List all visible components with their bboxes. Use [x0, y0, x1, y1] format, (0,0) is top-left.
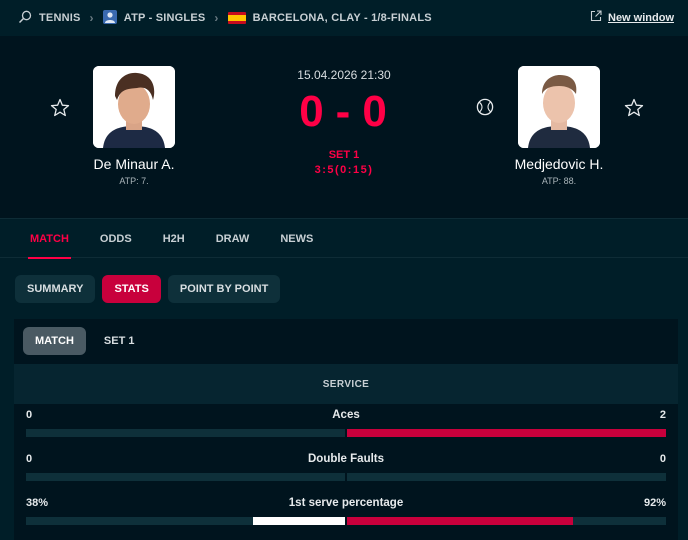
subtab-stats[interactable]: STATS [102, 275, 161, 303]
stat-away-bar [347, 429, 666, 437]
person-icon [102, 9, 117, 27]
away-player-rank: ATP: 88. [541, 176, 577, 186]
subtab-summary[interactable]: SUMMARY [15, 275, 96, 303]
game-score: 3:5(0:15) [314, 164, 374, 176]
chevron-right-icon: › [89, 11, 94, 25]
tennis-racket-icon [18, 10, 32, 27]
spain-flag-icon [227, 12, 246, 24]
tab-match[interactable]: MATCH [28, 219, 71, 259]
period-selector: MATCH SET 1 [23, 327, 146, 355]
score-away: 0 [362, 87, 389, 136]
new-window-label: New window [608, 11, 674, 24]
match-datetime: 15.04.2026 21:30 [297, 68, 391, 82]
sub-tabs: SUMMARY STATS POINT BY POINT [15, 275, 281, 303]
breadcrumb: TENNIS › ATP - SINGLES › BARCELONA, CLAY… [0, 0, 688, 36]
match-tabs: MATCH ODDS H2H DRAW NEWS [0, 218, 688, 259]
breadcrumb-tournament[interactable]: BARCELONA, CLAY - 1/8-FINALS [227, 12, 432, 24]
stat-row: 38% 1st serve percentage 92% [14, 497, 678, 537]
period-set-1[interactable]: SET 1 [92, 327, 147, 355]
stat-away-bar [347, 517, 666, 525]
period-match[interactable]: MATCH [23, 327, 86, 355]
breadcrumb-category[interactable]: ATP - SINGLES [102, 9, 206, 27]
current-set: SET 1 [328, 149, 360, 161]
new-window-link[interactable]: New window [590, 10, 674, 25]
stats-card: MATCH SET 1 SERVICE 0 Aces 2 0 Double Fa… [14, 319, 678, 540]
stat-home-bar [26, 517, 345, 525]
stat-label: Double Faults [307, 453, 385, 465]
home-player-name[interactable]: De Minaur A. [64, 156, 204, 172]
stat-home-bar-fill [252, 517, 345, 525]
score-block: 15.04.2026 21:30 0 - 0 SET 1 3:5(0:15) [264, 68, 424, 176]
stat-label: 1st serve percentage [288, 497, 404, 509]
stat-label: Aces [332, 409, 360, 421]
breadcrumb-sport-label: TENNIS [39, 12, 81, 24]
external-link-icon [590, 10, 602, 25]
stat-away-value: 0 [659, 453, 666, 465]
stat-away-value: 92% [643, 497, 666, 509]
stat-away-value: 2 [659, 409, 666, 421]
stat-row: 0 Aces 2 [14, 409, 678, 449]
away-player-name[interactable]: Medjedovic H. [489, 156, 629, 172]
home-player[interactable]: De Minaur A. ATP: 7. [64, 66, 204, 186]
breadcrumb-sport[interactable]: TENNIS [18, 10, 81, 27]
tab-odds[interactable]: ODDS [100, 219, 132, 259]
chevron-right-icon: › [214, 11, 219, 25]
stat-away-bar-fill [347, 517, 574, 525]
subtab-point-by-point[interactable]: POINT BY POINT [167, 275, 281, 303]
stat-home-bar [26, 473, 345, 481]
stat-row: 0 Double Faults 0 [14, 453, 678, 493]
score-dash: - [335, 87, 353, 136]
tab-news[interactable]: NEWS [280, 219, 313, 259]
home-player-rank: ATP: 7. [119, 176, 149, 186]
tab-draw[interactable]: DRAW [216, 219, 250, 259]
breadcrumb-category-label: ATP - SINGLES [123, 12, 206, 24]
away-player[interactable]: Medjedovic H. ATP: 88. [489, 66, 629, 186]
away-player-photo [518, 66, 600, 148]
section-title-service: SERVICE [14, 364, 678, 404]
tab-h2h[interactable]: H2H [163, 219, 185, 259]
breadcrumb-tournament-label: BARCELONA, CLAY - 1/8-FINALS [252, 12, 432, 24]
stat-away-bar [347, 473, 666, 481]
match-header: De Minaur A. ATP: 7. 15.04.2026 21:30 0 … [0, 36, 688, 218]
home-player-photo [93, 66, 175, 148]
score-home: 0 [299, 87, 326, 136]
stat-home-bar [26, 429, 345, 437]
away-favorite-star-icon[interactable] [624, 98, 644, 118]
score: 0 - 0 [264, 90, 424, 134]
stat-away-bar-fill [347, 429, 666, 437]
